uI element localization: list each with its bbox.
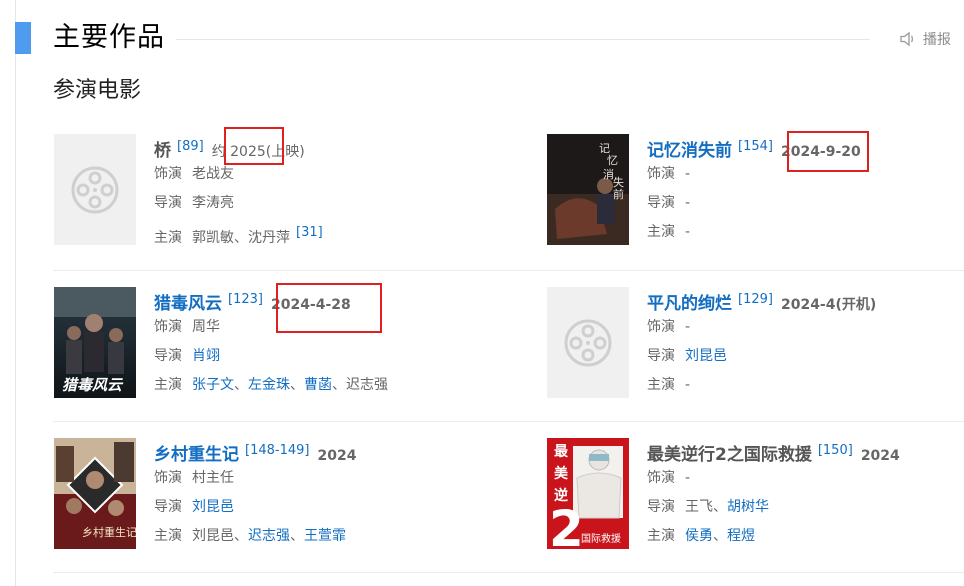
director-link[interactable]: 刘昆邑 [685, 348, 727, 364]
release-date: 2024-9-20 [780, 144, 861, 160]
poster-art: 猎毒风云 [54, 287, 136, 398]
citation[interactable]: [123] [228, 292, 263, 307]
director-value: 王飞 [685, 499, 713, 515]
role-value: 村主任 [192, 470, 234, 486]
citation[interactable]: [31] [296, 225, 323, 240]
svg-text:最: 最 [554, 443, 569, 460]
cast-label: 主演 [647, 377, 675, 393]
cast-link[interactable]: 左金珠 [248, 377, 290, 393]
release-date: 2024-4(开机) [780, 297, 877, 313]
movie-poster[interactable]: 最 美 逆 2 国际救援 [547, 438, 629, 549]
svg-text:乡村重生记: 乡村重生记 [82, 525, 136, 539]
role-label: 饰演 [154, 166, 182, 182]
role-value: 老战友 [192, 166, 234, 182]
director-link[interactable]: 肖翊 [192, 348, 220, 364]
movie-title[interactable]: 记忆消失前 [647, 141, 732, 161]
movie-title[interactable]: 桥 [154, 141, 171, 161]
cast-value: - [685, 377, 691, 393]
release-date: 约 2025(上映) [211, 144, 305, 160]
role-value: - [685, 319, 691, 335]
director-label: 导演 [154, 195, 182, 211]
movie-item: 桥 [89] 约 2025(上映) 饰演 老战友 导演 李涛亮 主演 郭凯敏、沈丹萍 [31… [54, 134, 464, 246]
cast-value: - [685, 224, 691, 240]
movie-poster[interactable]: 乡村重生记 [54, 438, 136, 549]
director-link[interactable]: 刘昆邑 [192, 499, 234, 515]
poster-art: 记 忆 消 失 前 [547, 134, 629, 245]
movie-item: 平凡的绚烂 [129] 2024-4(开机) 饰演 - 导演 刘昆邑 主演 - [547, 287, 957, 399]
poster-art: 乡村重生记 [54, 438, 136, 549]
role-value: - [685, 470, 691, 486]
speaker-icon [900, 31, 914, 47]
film-reel-icon [564, 319, 612, 366]
director-label: 导演 [647, 499, 675, 515]
cast-value: 刘昆邑 [192, 528, 234, 544]
director-link[interactable]: 胡树华 [727, 499, 769, 515]
role-value: - [685, 166, 691, 182]
poster-art: 最 美 逆 2 国际救援 [547, 438, 629, 549]
role-label: 饰演 [154, 470, 182, 486]
row-divider [53, 421, 964, 422]
left-border [15, 0, 16, 586]
title-divider [176, 39, 870, 40]
release-date: 2024 [317, 448, 357, 464]
film-reel-icon [71, 166, 119, 213]
role-value: 周华 [192, 319, 220, 335]
cast-label: 主演 [647, 224, 675, 240]
movie-poster-placeholder[interactable] [547, 287, 629, 398]
section-title: 主要作品 [53, 22, 165, 53]
role-label: 饰演 [154, 319, 182, 335]
cast-link[interactable]: 曹菡 [304, 377, 332, 393]
row-divider [53, 572, 964, 573]
play-label: 播报 [923, 32, 951, 48]
cast-value: 迟志强 [346, 377, 388, 393]
cast-label: 主演 [154, 377, 182, 393]
movie-item: 记 忆 消 失 前 记忆消失前 [154] 2024-9-20 饰演 - 导演 - 主演… [547, 134, 957, 246]
svg-text:前: 前 [613, 187, 624, 201]
subsection-title: 参演电影 [53, 78, 142, 103]
director-value: - [685, 195, 691, 211]
svg-text:美: 美 [554, 465, 569, 482]
cast-value: 郭凯敏、沈丹萍 [192, 230, 290, 246]
movie-poster[interactable]: 猎毒风云 [54, 287, 136, 398]
release-date: 2024-4-28 [270, 297, 351, 313]
svg-text:忆: 忆 [607, 154, 618, 167]
director-label: 导演 [154, 348, 182, 364]
citation[interactable]: [148-149] [245, 443, 309, 458]
movie-poster[interactable]: 记 忆 消 失 前 [547, 134, 629, 245]
cast-link[interactable]: 侯勇 [685, 528, 713, 544]
movie-poster-placeholder[interactable] [54, 134, 136, 245]
cast-link[interactable]: 迟志强 [248, 528, 290, 544]
movie-item: 乡村重生记 乡村重生记 [148-149] 2024 饰演 村主任 导演 刘昆邑 主演刘… [54, 438, 464, 550]
release-date: 2024 [860, 448, 900, 464]
movie-title[interactable]: 平凡的绚烂 [647, 294, 732, 314]
cast-label: 主演 [154, 528, 182, 544]
cast-link[interactable]: 程煜 [727, 528, 755, 544]
movie-title[interactable]: 最美逆行2之国际救援 [647, 445, 812, 465]
movie-item: 猎毒风云 猎毒风云 [123] 2024-4-28 饰演 周华 导演 肖翊 主演 张子文、… [54, 287, 464, 399]
cast-link[interactable]: 王萱霏 [304, 528, 346, 544]
director-label: 导演 [647, 348, 675, 364]
movie-title[interactable]: 猎毒风云 [154, 294, 222, 314]
cast-link[interactable]: 张子文 [192, 377, 234, 393]
director-label: 导演 [154, 499, 182, 515]
svg-text:2: 2 [549, 500, 584, 549]
citation[interactable]: [129] [738, 292, 773, 307]
director-value: 李涛亮 [192, 195, 234, 211]
director-label: 导演 [647, 195, 675, 211]
svg-text:猎毒风云: 猎毒风云 [62, 376, 124, 394]
movie-item: 最 美 逆 2 国际救援 最美逆行2之国际救援 [150] 2024 饰演 - 导演王… [547, 438, 957, 550]
citation[interactable]: [154] [738, 139, 773, 154]
citation[interactable]: [150] [818, 443, 853, 458]
movie-title[interactable]: 乡村重生记 [154, 445, 239, 465]
role-label: 饰演 [647, 166, 675, 182]
role-label: 饰演 [647, 470, 675, 486]
svg-text:国际救援: 国际救援 [581, 532, 621, 545]
section-accent-bar [15, 22, 31, 54]
row-divider [53, 270, 964, 271]
citation[interactable]: [89] [177, 139, 204, 154]
cast-label: 主演 [647, 528, 675, 544]
cast-label: 主演 [154, 230, 182, 246]
role-label: 饰演 [647, 319, 675, 335]
play-button[interactable]: 播报 [899, 29, 951, 49]
